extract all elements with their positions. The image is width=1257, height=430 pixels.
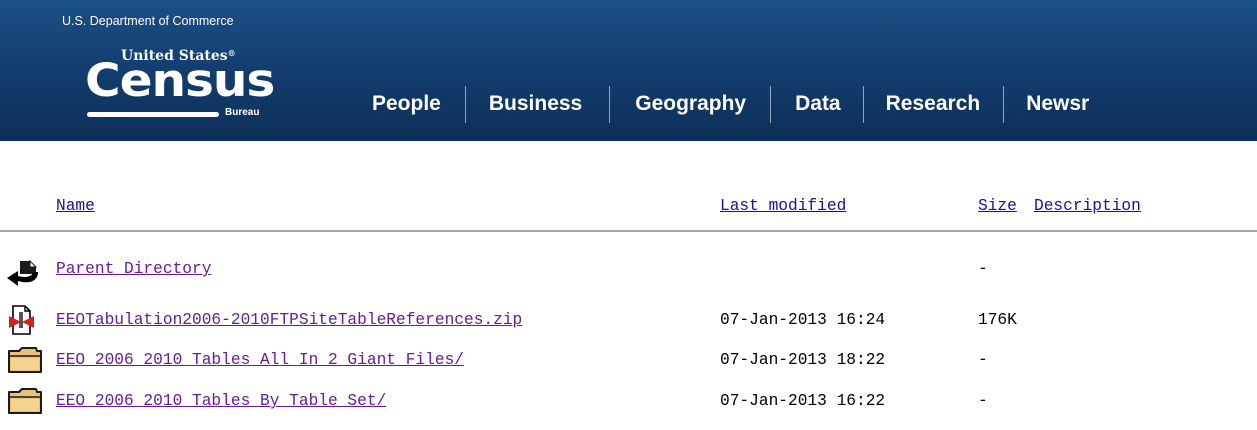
file-link[interactable]: EEOTabulation2006-2010FTPSiteTableRefere… (56, 311, 522, 329)
list-item: EEOTabulation2006-2010FTPSiteTableRefere… (0, 305, 1257, 337)
size-value: 176K (978, 311, 1017, 329)
nav-geography[interactable]: Geography (635, 92, 746, 116)
logo-census-word: Census (85, 54, 275, 107)
folder-icon (6, 388, 46, 418)
compressed-file-icon (6, 305, 46, 337)
nav-people[interactable]: People (372, 92, 441, 116)
sort-by-size-link[interactable]: Size (978, 197, 1017, 215)
sort-by-description-link[interactable]: Description (1034, 197, 1141, 215)
nav-newsroom[interactable]: Newsr (1026, 92, 1089, 116)
last-modified-value: 07-Jan-2013 18:22 (720, 351, 886, 369)
nav-research[interactable]: Research (886, 92, 981, 116)
main-nav: People Business Geography Data Research … (372, 82, 1089, 126)
nav-divider (609, 85, 611, 123)
folder-link[interactable]: EEO_2006_2010_Tables_All_In_2_Giant_File… (56, 351, 464, 369)
sort-by-last-modified-link[interactable]: Last modified (720, 197, 846, 215)
logo-underline (87, 112, 219, 117)
last-modified-value: 07-Jan-2013 16:22 (720, 392, 886, 410)
size-value: - (978, 392, 988, 410)
header-divider (0, 230, 1257, 232)
size-value: - (978, 351, 988, 369)
nav-data[interactable]: Data (795, 92, 841, 116)
folder-icon (6, 347, 46, 377)
nav-business[interactable]: Business (489, 92, 582, 116)
department-label: U.S. Department of Commerce (62, 14, 234, 28)
list-item: EEO_2006_2010_Tables_By_Table_Set/ 07-Ja… (0, 388, 1257, 418)
site-header: U.S. Department of Commerce United State… (0, 0, 1257, 141)
census-logo[interactable]: United States® Census Bureau (83, 44, 275, 124)
back-arrow-icon (6, 258, 46, 286)
nav-divider (464, 85, 466, 123)
parent-directory-link[interactable]: Parent Directory (56, 260, 211, 278)
nav-divider (862, 85, 864, 123)
nav-divider (770, 85, 772, 123)
list-item: EEO_2006_2010_Tables_All_In_2_Giant_File… (0, 347, 1257, 377)
sort-by-name-link[interactable]: Name (56, 197, 95, 215)
logo-bureau-word: Bureau (225, 107, 260, 118)
nav-divider (1003, 85, 1005, 123)
folder-link[interactable]: EEO_2006_2010_Tables_By_Table_Set/ (56, 392, 386, 410)
size-value: - (978, 260, 988, 278)
list-item: Parent Directory - (0, 258, 1257, 286)
last-modified-value: 07-Jan-2013 16:24 (720, 311, 886, 329)
